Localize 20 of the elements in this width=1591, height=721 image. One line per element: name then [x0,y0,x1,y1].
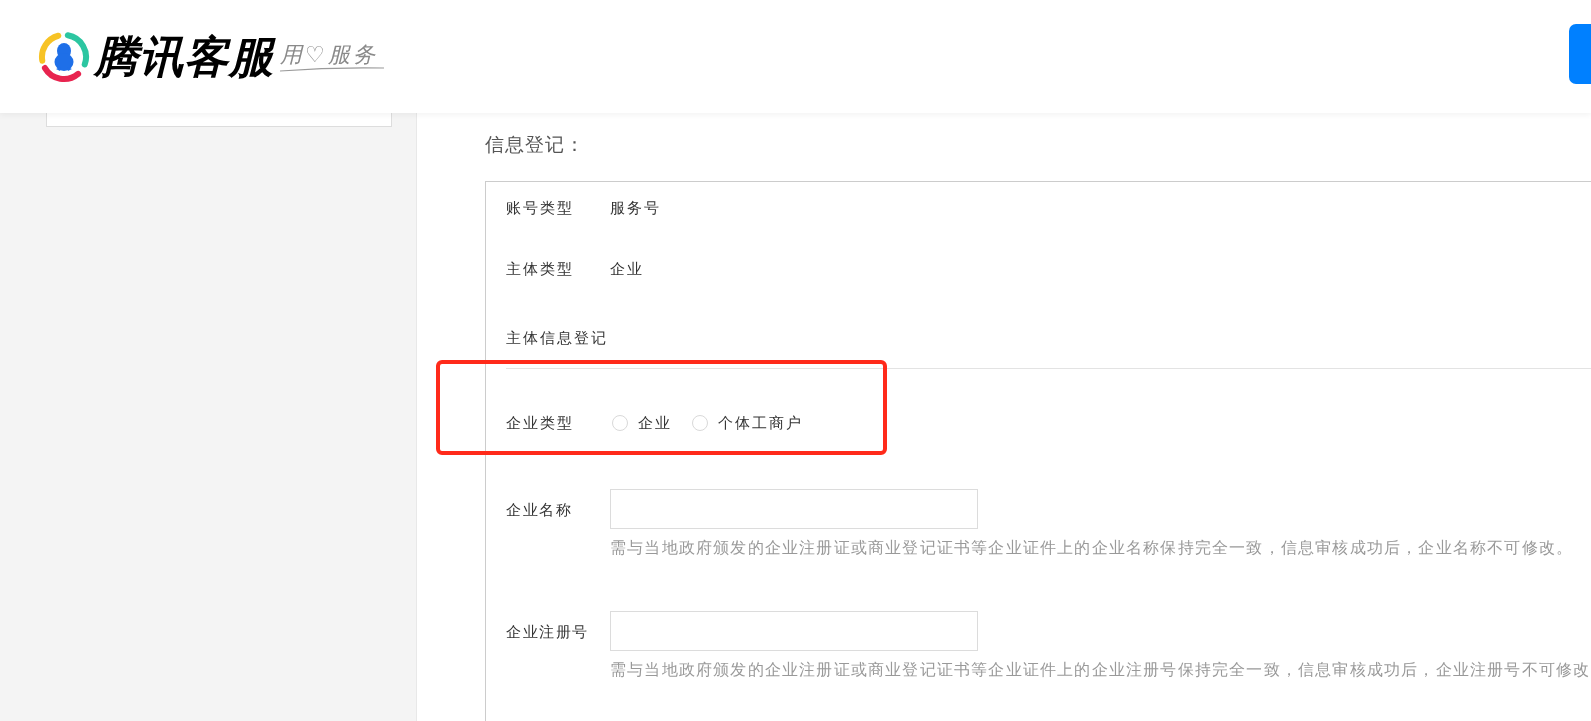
radio-option[interactable]: 个体工商户 [692,411,803,435]
input-field[interactable] [610,611,978,651]
field-value: 企业 [610,258,644,280]
section-title: 信息登记： [485,132,586,157]
field-label: 主体类型 [506,258,575,280]
header-button[interactable] [1569,24,1591,84]
logo-icon [38,30,90,83]
field-hint: 需与当地政府颁发的企业注册证或商业登记证书等企业证件上的企业注册号保持完全一致，信息审核成功后，企业注册号不可修改 [610,659,1591,681]
swoosh-line-icon [280,65,384,72]
field-label: 账号类型 [506,197,575,219]
field-value: 服务号 [610,197,661,219]
field-label: 企业类型 [506,412,575,434]
logo-text: 腾讯客服 [94,34,274,79]
slogan-text: 用♡服务 [280,43,378,66]
field-hint: 需与当地政府颁发的企业注册证或商业登记证书等企业证件上的企业名称保持完全一致，信息审核成功后，企业名称不可修改。 [610,537,1575,559]
radio-option[interactable]: 企业 [612,411,672,435]
field-label: 企业注册号 [506,622,590,644]
field-label: 企业名称 [506,500,573,522]
input-field[interactable] [610,489,978,529]
subsection-title: 主体信息登记 [506,327,608,349]
